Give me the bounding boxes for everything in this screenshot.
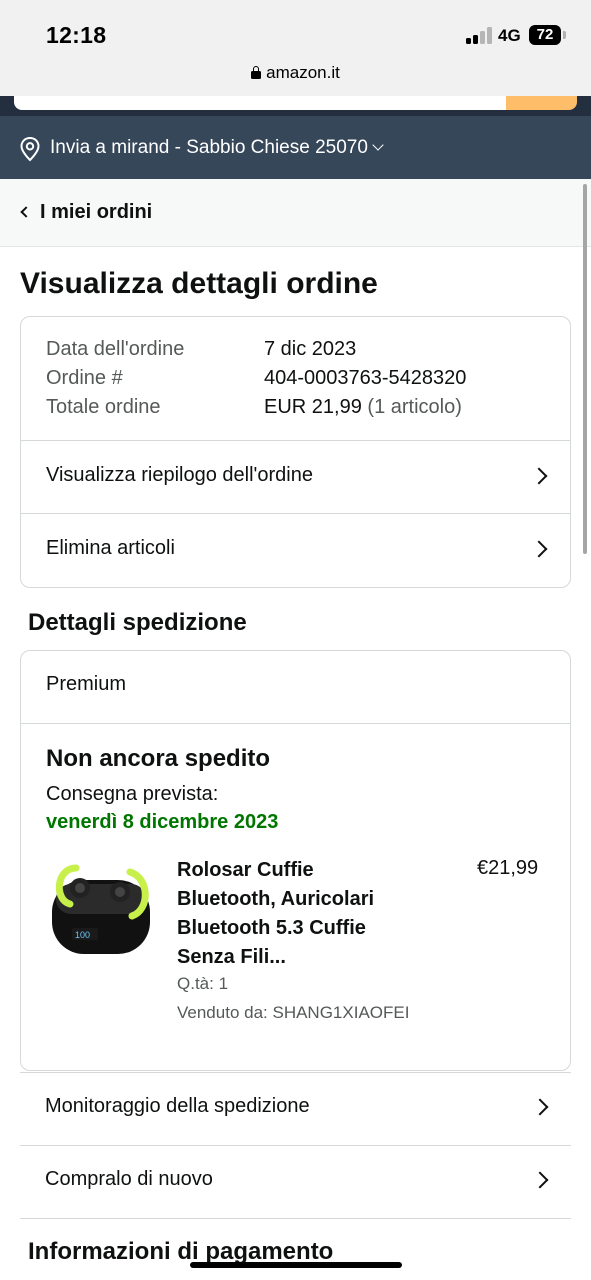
shipment-card: Premium Non ancora spedito Consegna prev…	[20, 650, 571, 1071]
lock-icon	[251, 66, 262, 79]
track-shipment-label: Monitoraggio della spedizione	[45, 1095, 310, 1117]
shipment-status: Non ancora spedito	[46, 745, 271, 772]
chevron-down-icon	[372, 139, 384, 151]
delete-items-link[interactable]: Elimina articoli	[21, 514, 570, 587]
battery-icon: 72	[529, 25, 561, 45]
buy-again-link[interactable]: Compralo di nuovo	[20, 1146, 571, 1219]
breadcrumb-my-orders[interactable]: I miei ordini	[40, 201, 152, 224]
home-indicator[interactable]	[190, 1262, 402, 1268]
buy-again-label: Compralo di nuovo	[45, 1168, 213, 1190]
order-summary-link[interactable]: Visualizza riepilogo dell'ordine	[21, 441, 570, 514]
battery-tip	[563, 31, 566, 39]
chevron-right-icon	[530, 540, 548, 558]
expected-delivery-date: venerdì 8 dicembre 2023	[46, 811, 279, 833]
deliver-to-location[interactable]: Invia a mirand - Sabbio Chiese 25070	[50, 137, 384, 159]
expected-delivery-label: Consegna prevista:	[46, 783, 219, 805]
order-card: Data dell'ordine 7 dic 2023 Ordine # 404…	[20, 316, 571, 588]
order-date-value: 7 dic 2023	[264, 338, 357, 360]
order-total-items: (1 articolo)	[367, 396, 462, 418]
network-type: 4G	[498, 26, 521, 45]
search-strip	[0, 96, 591, 116]
order-total-value: EUR 21,99 (1 articolo)	[264, 396, 462, 419]
order-total-amount: EUR 21,99	[264, 396, 362, 418]
shipping-section-title: Dettagli spedizione	[28, 609, 247, 636]
chevron-right-icon	[530, 467, 548, 485]
chevron-right-icon	[531, 1171, 549, 1189]
page-title: Visualizza dettagli ordine	[20, 267, 378, 300]
order-info: Data dell'ordine 7 dic 2023 Ordine # 404…	[21, 317, 570, 441]
track-shipment-link[interactable]: Monitoraggio della spedizione	[20, 1073, 571, 1146]
cellular-signal-icon	[466, 27, 494, 44]
product-quantity: Q.tà: 1	[177, 974, 229, 993]
chevron-right-icon	[531, 1098, 549, 1116]
deliver-to-label: Invia a mirand - Sabbio Chiese 25070	[50, 137, 368, 158]
search-input[interactable]	[14, 96, 506, 110]
status-bar: 12:18 4G 72	[0, 0, 591, 58]
divider	[21, 723, 570, 724]
delete-items-label: Elimina articoli	[46, 537, 175, 559]
location-pin-icon	[20, 136, 40, 162]
browser-url-bar[interactable]: amazon.it	[0, 58, 591, 96]
product-price: €21,99	[477, 857, 539, 879]
order-number-label: Ordine #	[46, 367, 123, 389]
product-image[interactable]: 100	[46, 858, 156, 962]
url-text: amazon.it	[266, 63, 340, 82]
order-date-label: Data dell'ordine	[46, 338, 185, 360]
product-title-link[interactable]: Rolosar Cuffie Bluetooth, Auricolari Blu…	[177, 856, 417, 972]
shipment-type: Premium	[46, 673, 127, 695]
product-seller: Venduto da: SHANG1XIAOFEI	[177, 1003, 410, 1022]
svg-text:100: 100	[75, 930, 90, 940]
status-time: 12:18	[46, 22, 107, 48]
scrollbar[interactable]	[583, 184, 587, 554]
order-number-value: 404-0003763-5428320	[264, 367, 467, 389]
order-total-label: Totale ordine	[46, 396, 161, 418]
search-button[interactable]	[506, 96, 577, 110]
order-summary-label: Visualizza riepilogo dell'ordine	[46, 464, 313, 486]
